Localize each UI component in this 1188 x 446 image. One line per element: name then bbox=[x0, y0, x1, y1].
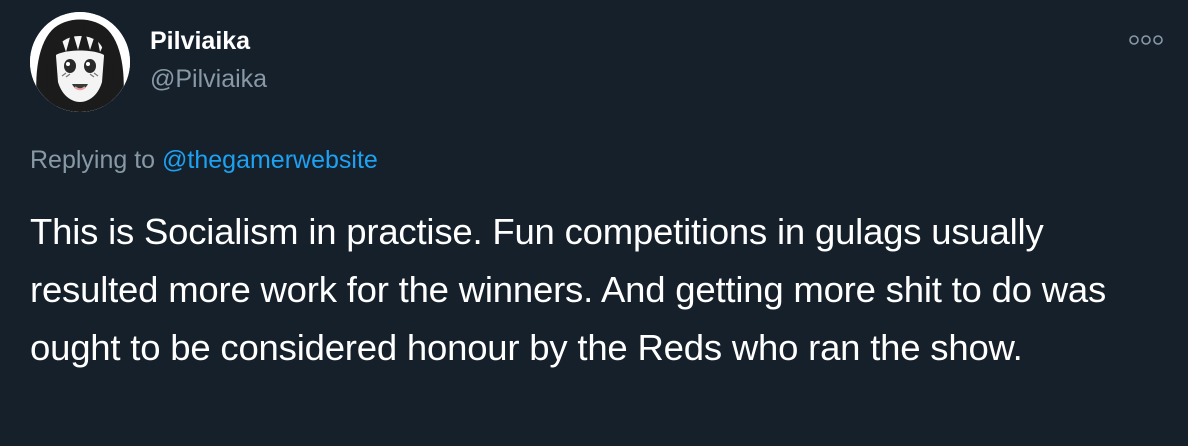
replying-to-label: Replying to bbox=[30, 146, 163, 174]
reply-mention-link[interactable]: @thegamerwebsite bbox=[162, 146, 378, 174]
tweet-card: Pilviaika @Pilviaika Replying to @thegam… bbox=[0, 0, 1188, 446]
more-options-icon[interactable] bbox=[1128, 32, 1164, 48]
replying-to-line: Replying to @thegamerwebsite bbox=[30, 144, 378, 176]
anime-girl-avatar-icon bbox=[30, 12, 130, 112]
tweet-text: This is Socialism in practise. Fun compe… bbox=[30, 211, 1107, 368]
display-name[interactable]: Pilviaika bbox=[150, 26, 250, 56]
user-handle[interactable]: @Pilviaika bbox=[150, 64, 267, 94]
avatar[interactable] bbox=[30, 12, 130, 112]
